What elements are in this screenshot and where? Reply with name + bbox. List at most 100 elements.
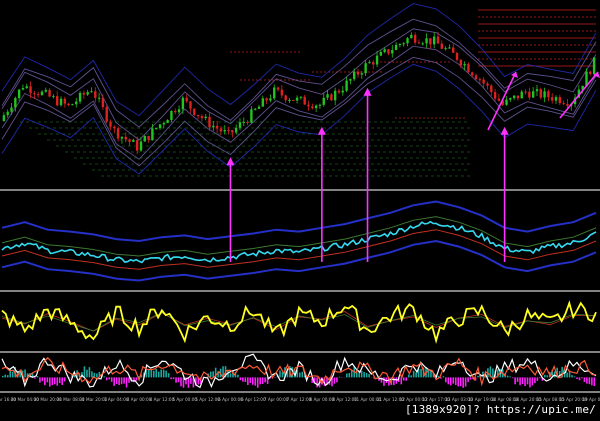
candle-body <box>144 136 146 142</box>
histogram-bar <box>7 375 9 377</box>
candle-body <box>353 72 355 79</box>
candle-body <box>67 104 69 105</box>
histogram-bar <box>368 374 370 377</box>
histogram-bar <box>240 377 242 380</box>
histogram-bar <box>349 373 351 377</box>
candle-body <box>125 137 127 140</box>
candle-body <box>163 123 165 124</box>
candle-body <box>345 81 347 91</box>
histogram-bar <box>586 377 588 383</box>
candle-body <box>37 94 39 95</box>
candle-body <box>391 50 393 53</box>
indicator1-band <box>2 202 596 242</box>
trading-chart: 29 Mar 16:0030 Mar 04:0030 Mar 20:0031 M… <box>0 0 600 417</box>
candle-body <box>494 92 496 99</box>
candle-body <box>528 92 530 98</box>
candle-body <box>540 89 542 97</box>
histogram-bar <box>455 377 457 385</box>
histogram-bar <box>574 376 576 377</box>
candle-body <box>185 98 187 102</box>
candle-body <box>106 107 108 122</box>
histogram-bar <box>366 373 368 377</box>
histogram-bar <box>96 373 98 377</box>
candle-body <box>441 44 443 49</box>
candle-body <box>559 97 561 103</box>
histogram-bar <box>393 377 395 385</box>
candle-body <box>513 96 515 98</box>
x-tick-label: 7 Apr 00:00 <box>264 397 289 402</box>
candle-body <box>361 73 363 74</box>
candle-body <box>372 62 374 64</box>
candle-body <box>14 98 16 107</box>
candle-body <box>201 116 203 118</box>
candle-body <box>121 137 123 139</box>
candle-body <box>284 95 286 100</box>
histogram-bar <box>524 377 526 386</box>
candle-body <box>547 91 549 97</box>
histogram-bar <box>415 372 417 377</box>
candle-body <box>387 49 389 53</box>
candle-body <box>467 64 469 72</box>
candle-body <box>410 35 412 38</box>
histogram-bar <box>168 373 170 377</box>
candle-body <box>10 108 12 112</box>
histogram-bar <box>264 377 266 382</box>
candle-body <box>254 109 256 110</box>
candle-body <box>98 98 100 99</box>
histogram-bar <box>61 377 63 385</box>
candle-body <box>26 86 28 88</box>
candle-body <box>448 47 450 48</box>
candle-body <box>94 91 96 98</box>
candle-body <box>269 98 271 100</box>
histogram-bar <box>178 377 180 382</box>
histogram-bar <box>2 376 4 377</box>
histogram-bar <box>537 377 539 380</box>
candle-body <box>102 98 104 107</box>
candle-body <box>208 117 210 128</box>
candle-body <box>463 64 465 65</box>
x-tick-label: 4 Apr 12:00 <box>150 397 175 402</box>
histogram-bar <box>534 377 536 383</box>
candle-body <box>239 122 241 128</box>
histogram-bar <box>153 371 155 378</box>
candle-body <box>296 98 298 101</box>
histogram-bar <box>465 377 467 386</box>
candle-body <box>86 92 88 95</box>
histogram-bar <box>151 370 153 378</box>
histogram-bar <box>136 377 138 380</box>
candle-body <box>364 63 366 73</box>
indicator2-signal-line <box>2 312 596 332</box>
histogram-bar <box>450 377 452 385</box>
candle-body <box>64 99 66 104</box>
x-tick-label: 8 Apr 00:00 <box>310 397 335 402</box>
histogram-bar <box>133 377 135 382</box>
histogram-bar <box>544 375 546 378</box>
candle-body <box>174 111 176 112</box>
histogram-bar <box>279 371 281 378</box>
candle-body <box>151 128 153 140</box>
candle-body <box>437 37 439 44</box>
histogram-bar <box>566 372 568 377</box>
x-tick-label: 7 Apr 12:00 <box>287 397 312 402</box>
histogram-bar <box>4 375 6 378</box>
candle-body <box>300 97 302 98</box>
candle-body <box>197 115 199 116</box>
candle-body <box>307 105 309 107</box>
candle-body <box>475 75 477 79</box>
histogram-bar <box>180 377 182 386</box>
histogram-bar <box>477 376 479 377</box>
candle-body <box>212 126 214 128</box>
histogram-bar <box>170 377 172 379</box>
candle-body <box>281 90 283 96</box>
candle-body <box>418 43 420 44</box>
histogram-bar <box>571 375 573 377</box>
histogram-bar <box>547 375 549 377</box>
candle-body <box>555 97 557 101</box>
candle-body <box>593 57 595 74</box>
histogram-bar <box>452 377 454 383</box>
candle-body <box>22 88 24 90</box>
candle-body <box>425 38 427 43</box>
candle-body <box>536 89 538 91</box>
histogram-bar <box>91 371 93 377</box>
histogram-bar <box>254 377 256 385</box>
